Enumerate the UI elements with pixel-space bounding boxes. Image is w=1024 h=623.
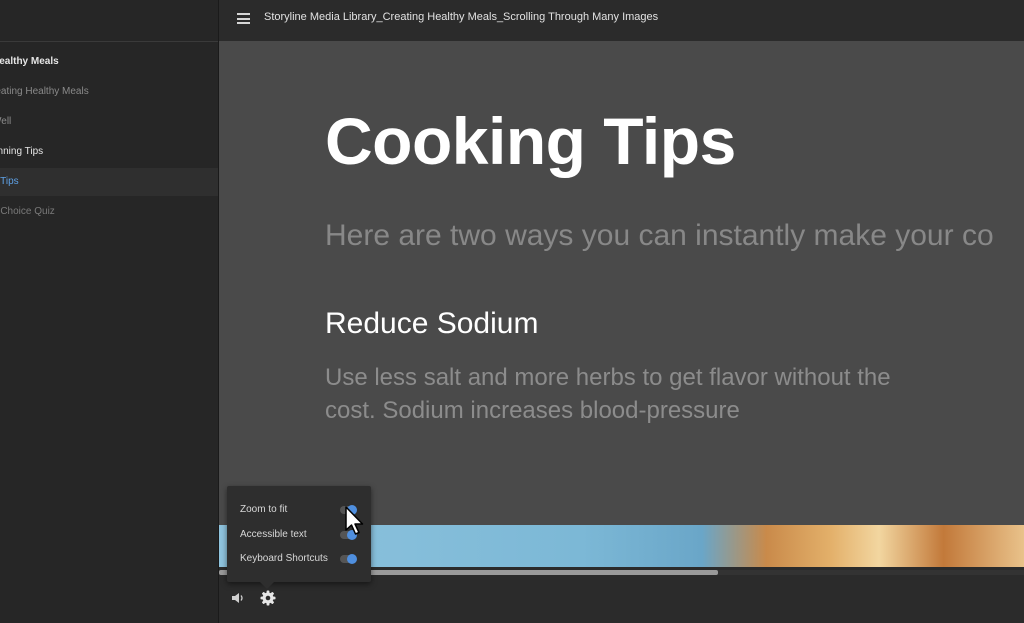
sidebar-item-label: reating Healthy Meals bbox=[0, 86, 89, 97]
top-bar: Storyline Media Library_Creating Healthy… bbox=[219, 0, 1024, 41]
zoom-to-fit-toggle[interactable] bbox=[340, 505, 357, 515]
sidebar-item-well[interactable]: Well bbox=[0, 108, 218, 136]
keyboard-shortcuts-toggle[interactable] bbox=[340, 554, 357, 564]
sidebar-item-creating-healthy-meals[interactable]: reating Healthy Meals bbox=[0, 78, 218, 106]
gear-icon[interactable] bbox=[259, 589, 277, 607]
setting-accessible-text: Accessible text bbox=[240, 527, 364, 545]
setting-label: Zoom to fit bbox=[240, 504, 288, 515]
settings-popup: Zoom to fit Accessible text Keyboard Sho… bbox=[227, 486, 371, 589]
slide-body-text: Use less salt and more herbs to get flav… bbox=[325, 364, 891, 424]
hamburger-menu-icon[interactable] bbox=[237, 13, 250, 24]
sidebar-divider bbox=[0, 41, 218, 42]
accessible-text-toggle[interactable] bbox=[340, 530, 357, 540]
course-title: Storyline Media Library_Creating Healthy… bbox=[264, 11, 659, 23]
sidebar-item-cooking-tips[interactable]: g Tips bbox=[0, 168, 218, 196]
sidebar-item-label: anning Tips bbox=[0, 146, 44, 157]
setting-keyboard-shortcuts: Keyboard Shortcuts bbox=[240, 551, 364, 569]
slide-heading: Reduce Sodium bbox=[325, 307, 539, 340]
setting-label: Accessible text bbox=[240, 529, 307, 540]
sidebar-item-choice-quiz[interactable]: e Choice Quiz bbox=[0, 198, 218, 226]
setting-label: Keyboard Shortcuts bbox=[240, 553, 328, 564]
sidebar-item-label: g Tips bbox=[0, 176, 19, 187]
sidebar-menu: Healthy Meals reating Healthy Meals Well… bbox=[0, 0, 218, 623]
sidebar-item-label: e Choice Quiz bbox=[0, 206, 55, 217]
sidebar-item-healthy-meals[interactable]: Healthy Meals bbox=[0, 48, 218, 76]
sidebar-item-planning-tips[interactable]: anning Tips bbox=[0, 138, 218, 166]
popup-caret bbox=[260, 582, 274, 589]
setting-zoom-to-fit: Zoom to fit bbox=[240, 502, 364, 520]
sidebar-item-label: Healthy Meals bbox=[0, 56, 59, 67]
sidebar-item-label: Well bbox=[0, 116, 12, 127]
speaker-icon[interactable] bbox=[229, 589, 247, 607]
slide-title: Cooking Tips bbox=[325, 104, 736, 178]
slide-subtitle: Here are two ways you can instantly make… bbox=[325, 219, 994, 252]
